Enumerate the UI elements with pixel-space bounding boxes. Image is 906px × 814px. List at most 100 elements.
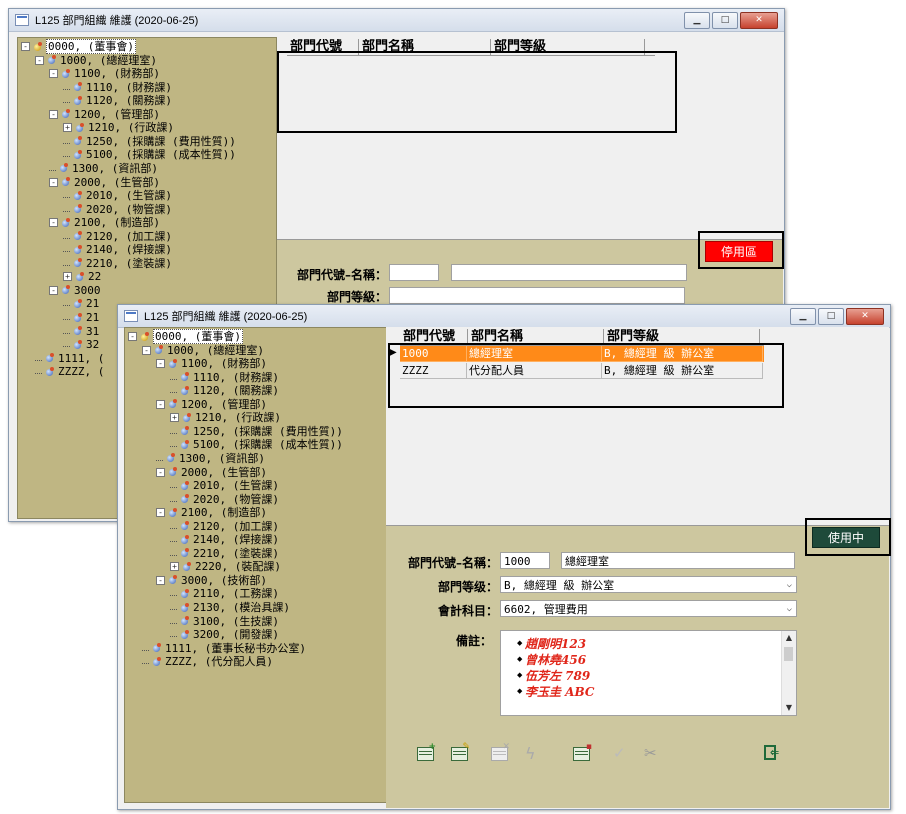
col-header-name[interactable]: 部門名稱 (468, 329, 604, 345)
account-select[interactable]: 6602, 管理費用 ⌵ (500, 600, 797, 617)
tree-node[interactable]: - 2000, (生管部) (156, 466, 267, 479)
tree-node[interactable]: 2210, (塗裝課) (63, 257, 172, 270)
lightning-button[interactable]: ϟ (516, 738, 546, 768)
close-button[interactable]: ✕ (740, 12, 778, 29)
tree-node[interactable]: 3200, (開發課) (170, 628, 279, 641)
tree-node[interactable]: 1111, (董事长秘书办公室) (142, 642, 306, 655)
tree-node[interactable]: 31 (63, 325, 99, 338)
minimize-button[interactable]: ▁ (684, 12, 710, 29)
level-select[interactable]: B, 總經理 級 辦公室 ⌵ (500, 576, 797, 593)
tree-node[interactable]: 2020, (物管課) (63, 203, 172, 216)
col-header-name[interactable]: 部門名稱 (359, 39, 491, 55)
tree-node[interactable]: - 2100, (制造部) (156, 506, 267, 519)
inactive-status-button[interactable]: 停用區 (705, 241, 773, 262)
tree-node[interactable]: 1300, (資訊部) (49, 162, 158, 175)
tree-node[interactable]: - 3000 (49, 284, 101, 297)
name-input[interactable]: 總經理室 (561, 552, 795, 569)
tree-node[interactable]: 1250, (採購課 (費用性質)) (63, 135, 236, 148)
cut-button[interactable]: ✂ (636, 738, 666, 768)
col-header-code[interactable]: 部門代號 (287, 39, 359, 55)
tree-node[interactable]: +1210, (行政課) (63, 121, 174, 134)
tree-node[interactable]: - 1100, (財務部) (156, 357, 267, 370)
collapse-icon[interactable]: - (49, 109, 58, 119)
back-level-select[interactable] (389, 287, 685, 304)
delete-record-button[interactable]: ✕ (484, 738, 514, 768)
scroll-up-icon[interactable]: ▲ (782, 631, 796, 645)
col-header-level[interactable]: 部門等級 (491, 39, 645, 55)
collapse-icon[interactable]: - (156, 575, 165, 585)
tree-node[interactable]: 2120, (加工課) (170, 520, 279, 533)
tree-node[interactable]: 2140, (焊接課) (63, 243, 172, 256)
tree-node[interactable]: +22 (63, 270, 101, 283)
tree-node[interactable]: 5100, (採購課 (成本性質)) (170, 438, 343, 451)
collapse-icon[interactable]: - (35, 55, 44, 65)
tree-node[interactable]: 5100, (採購課 (成本性質)) (63, 148, 236, 161)
back-title-bar[interactable]: L125 部門組織 維護 (2020-06-25) ▁ □ ✕ (9, 9, 784, 32)
notes-scrollbar[interactable]: ▲ ▼ (781, 631, 796, 715)
tree-node[interactable]: 2110, (工務課) (170, 587, 279, 600)
tree-node[interactable]: 1111, ( (35, 352, 104, 365)
back-name-input[interactable] (451, 264, 687, 281)
front-department-tree[interactable]: -0000, (董事會) -1000, (總經理室) -1100, (財務部) 111… (124, 327, 388, 803)
collapse-icon[interactable]: - (156, 359, 165, 369)
back-code-input[interactable] (389, 264, 439, 281)
confirm-button[interactable]: ✓ (604, 738, 634, 768)
col-header-code[interactable]: 部門代號 (400, 329, 468, 345)
tree-node[interactable]: +1210, (行政課) (170, 411, 281, 424)
tree-node[interactable]: 2010, (生管課) (63, 189, 172, 202)
tree-node[interactable]: 2130, (模治具課) (170, 601, 290, 614)
notes-memo[interactable]: 趙剛明123 曾林堯456 伍芳左 789 李玉圭 ABC ▲ ▼ (500, 630, 797, 716)
expand-icon[interactable]: + (170, 413, 179, 423)
collapse-icon[interactable]: - (21, 42, 30, 51)
scroll-down-icon[interactable]: ▼ (782, 701, 796, 715)
chevron-down-icon[interactable]: ⌵ (787, 601, 792, 618)
collapse-icon[interactable]: - (128, 332, 137, 341)
maximize-button[interactable]: □ (818, 308, 844, 325)
tree-node[interactable]: - 2000, (生管部) (49, 176, 160, 189)
collapse-icon[interactable]: - (49, 285, 58, 295)
collapse-icon[interactable]: - (49, 69, 58, 79)
front-title-bar[interactable]: L125 部門組織 維護 (2020-06-25) ▁ □ ✕ (118, 305, 890, 328)
expand-icon[interactable]: + (63, 272, 72, 282)
tree-node[interactable]: 21 (63, 311, 99, 324)
collapse-icon[interactable]: - (156, 399, 165, 409)
chevron-down-icon[interactable]: ⌵ (787, 577, 792, 594)
tree-node[interactable]: +2220, (裝配課) (170, 560, 281, 573)
expand-icon[interactable]: + (63, 123, 72, 133)
table-row[interactable]: ZZZZ 代分配人員 B, 總經理 級 辦公室 (400, 363, 764, 379)
tree-node[interactable]: 2120, (加工課) (63, 230, 172, 243)
tree-node[interactable]: - 2100, (制造部) (49, 216, 160, 229)
tree-node[interactable]: 1110, (財務課) (63, 81, 172, 94)
tree-node[interactable]: - 1200, (管理部) (49, 108, 160, 121)
tree-node[interactable]: 3100, (生技課) (170, 615, 279, 628)
tree-node[interactable]: - 0000, (董事會) (21, 39, 136, 54)
tree-node[interactable]: 1120, (關務課) (63, 94, 172, 107)
col-header-level[interactable]: 部門等級 (604, 329, 760, 345)
collapse-icon[interactable]: - (49, 177, 58, 187)
tree-node[interactable]: 2140, (焊接課) (170, 533, 279, 546)
tree-node[interactable]: 1250, (採購課 (費用性質)) (170, 425, 343, 438)
tree-node[interactable]: 2210, (塗裝課) (170, 547, 279, 560)
tree-node[interactable]: 2010, (生管課) (170, 479, 279, 492)
tree-node[interactable]: - 0000, (董事會) (128, 329, 243, 344)
tree-node[interactable]: 32 (63, 338, 99, 351)
grid-record-button[interactable]: ▪ (566, 738, 596, 768)
close-button[interactable]: ✕ (846, 308, 884, 325)
tree-node[interactable]: - 1000, (總經理室) (35, 54, 157, 67)
tree-node[interactable]: 1120, (關務課) (170, 384, 279, 397)
tree-node[interactable]: - 1000, (總經理室) (142, 344, 264, 357)
tree-node[interactable]: ZZZZ, ( (35, 365, 104, 378)
collapse-icon[interactable]: - (49, 218, 58, 228)
edit-record-button[interactable]: ✎ (444, 738, 474, 768)
tree-node[interactable]: 2020, (物管課) (170, 493, 279, 506)
table-row[interactable]: 1000 總經理室 B, 總經理 級 辦公室 (400, 346, 764, 362)
tree-node[interactable]: 1300, (資訊部) (156, 452, 265, 465)
exit-button[interactable]: ⇐ (756, 738, 786, 768)
collapse-icon[interactable]: - (156, 508, 165, 518)
minimize-button[interactable]: ▁ (790, 308, 816, 325)
collapse-icon[interactable]: - (142, 345, 151, 355)
tree-node[interactable]: - 1200, (管理部) (156, 398, 267, 411)
maximize-button[interactable]: □ (712, 12, 738, 29)
expand-icon[interactable]: + (170, 562, 179, 572)
add-record-button[interactable]: + (410, 738, 440, 768)
